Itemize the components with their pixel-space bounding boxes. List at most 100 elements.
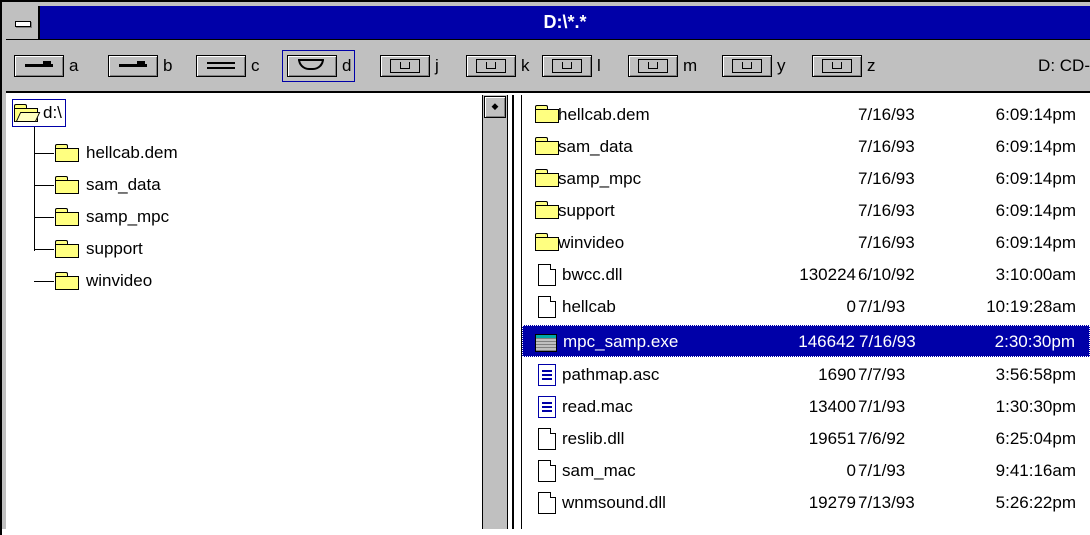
drive-b[interactable]: b — [108, 51, 172, 81]
folder-icon — [534, 104, 560, 124]
file-date: 7/6/92 — [858, 429, 906, 448]
file-size: 19279 — [808, 493, 856, 512]
file-size: 13400 — [808, 397, 856, 416]
file-row-selected[interactable]: mpc_samp.exe 146642 7/16/93 2:30:30pm — [522, 325, 1090, 357]
drive-letter: k — [521, 56, 530, 75]
file-row[interactable]: bwcc.dll 130224 6/10/92 3:10:00am — [522, 259, 1090, 291]
file-size: 0 — [846, 461, 856, 480]
network-drive-icon — [466, 55, 516, 77]
file-time: 3:10:00am — [995, 265, 1076, 284]
tree-item-label: hellcab.dem — [86, 143, 178, 162]
file-row[interactable]: hellcab 0 7/1/93 10:19:28am — [522, 291, 1090, 323]
pane-splitter[interactable] — [508, 95, 522, 529]
drive-a[interactable]: a — [14, 51, 78, 81]
file-date: 7/16/93 — [858, 233, 915, 252]
tree-item-label: support — [86, 239, 143, 258]
drive-k[interactable]: k — [466, 51, 530, 81]
system-menu-icon — [15, 21, 31, 27]
drive-l[interactable]: l — [542, 51, 601, 81]
drive-letter: b — [163, 56, 173, 75]
file-date: 7/7/93 — [858, 365, 906, 384]
drive-bar: a b c d j k l m y z D: CD- — [6, 40, 1090, 93]
file-size: 0 — [846, 297, 856, 316]
file-size: 146642 — [798, 332, 855, 351]
file-name: samp_mpc — [558, 169, 642, 188]
file-row[interactable]: wnmsound.dll 19279 7/13/93 5:26:22pm — [522, 487, 1090, 519]
file-date: 6/10/92 — [858, 265, 915, 284]
title-bar[interactable]: D:\*.* — [6, 6, 1090, 40]
file-icon — [538, 264, 556, 286]
file-date: 7/1/93 — [858, 297, 906, 316]
folder-icon — [534, 200, 560, 220]
file-size: 130224 — [799, 265, 856, 284]
drive-volume-label: D: CD- — [1038, 56, 1090, 75]
file-row[interactable]: support 7/16/93 6:09:14pm — [522, 195, 1090, 227]
file-row[interactable]: hellcab.dem 7/16/93 6:09:14pm — [522, 99, 1090, 131]
file-name: bwcc.dll — [562, 265, 623, 284]
tree-item-sam-data[interactable]: sam_data — [34, 169, 161, 201]
tree-root[interactable]: d:\ — [12, 99, 66, 127]
tree-item-label: winvideo — [86, 271, 153, 290]
file-row[interactable]: winvideo 7/16/93 6:09:14pm — [522, 227, 1090, 259]
text-document-icon — [538, 364, 556, 386]
network-drive-icon — [380, 55, 430, 77]
file-row[interactable]: sam_mac 0 7/1/93 9:41:16am — [522, 455, 1090, 487]
floppy-drive-icon — [108, 55, 158, 77]
folder-icon — [534, 168, 560, 188]
drive-z[interactable]: z — [812, 51, 876, 81]
file-time: 6:09:14pm — [995, 201, 1076, 220]
file-name: winvideo — [558, 233, 625, 252]
drive-c[interactable]: c — [196, 51, 260, 81]
file-name: read.mac — [562, 397, 633, 416]
file-time: 6:09:14pm — [995, 105, 1076, 124]
file-row[interactable]: sam_data 7/16/93 6:09:14pm — [522, 131, 1090, 163]
file-row[interactable]: pathmap.asc 1690 7/7/93 3:56:58pm — [522, 359, 1090, 391]
tree-scrollbar[interactable]: ◆ — [482, 95, 508, 529]
tree-item-samp-mpc[interactable]: samp_mpc — [34, 201, 169, 233]
network-drive-icon — [812, 55, 862, 77]
window-title: D:\*.* — [543, 12, 587, 32]
file-time: 10:19:28am — [986, 297, 1076, 316]
file-row[interactable]: read.mac 13400 7/1/93 1:30:30pm — [522, 391, 1090, 423]
folder-icon — [54, 175, 80, 195]
tree-item-label: samp_mpc — [86, 207, 170, 226]
file-name: support — [558, 201, 615, 220]
network-drive-icon — [542, 55, 592, 77]
drive-y[interactable]: y — [722, 51, 786, 81]
file-date: 7/13/93 — [858, 493, 915, 512]
file-row[interactable]: reslib.dll 19651 7/6/92 6:25:04pm — [522, 423, 1090, 455]
file-name: sam_data — [558, 137, 633, 156]
drive-letter: y — [777, 56, 786, 75]
directory-tree[interactable]: d:\ hellcab.dem sam_data samp_mpc suppor… — [6, 95, 482, 529]
drive-letter: m — [683, 56, 698, 75]
file-time: 3:56:58pm — [995, 365, 1076, 384]
file-list[interactable]: hellcab.dem 7/16/93 6:09:14pm sam_data 7… — [522, 95, 1090, 529]
scroll-thumb[interactable]: ◆ — [484, 96, 506, 118]
drive-j[interactable]: j — [380, 51, 439, 81]
drive-letter: c — [251, 56, 260, 75]
tree-item-hellcab-dem[interactable]: hellcab.dem — [34, 137, 178, 169]
file-date: 7/16/93 — [858, 169, 915, 188]
drive-m[interactable]: m — [628, 51, 697, 81]
file-date: 7/16/93 — [859, 332, 916, 351]
file-time: 6:25:04pm — [995, 429, 1076, 448]
file-time: 5:26:22pm — [995, 493, 1076, 512]
tree-root-label: d:\ — [43, 103, 62, 122]
file-size: 1690 — [818, 365, 856, 384]
file-icon — [538, 428, 556, 450]
hard-drive-icon — [196, 55, 246, 77]
file-name: mpc_samp.exe — [563, 332, 679, 351]
drive-d[interactable]: d — [282, 50, 356, 82]
tree-item-support[interactable]: support — [34, 233, 143, 265]
file-name: pathmap.asc — [562, 365, 660, 384]
tree-item-winvideo[interactable]: winvideo — [34, 265, 152, 297]
drive-letter: z — [867, 56, 876, 75]
file-date: 7/1/93 — [858, 461, 906, 480]
floppy-drive-icon — [14, 55, 64, 77]
folder-icon — [54, 239, 80, 259]
file-name: reslib.dll — [562, 429, 625, 448]
file-icon — [538, 492, 556, 514]
system-menu-button[interactable] — [6, 6, 40, 39]
file-time: 6:09:14pm — [995, 137, 1076, 156]
file-row[interactable]: samp_mpc 7/16/93 6:09:14pm — [522, 163, 1090, 195]
